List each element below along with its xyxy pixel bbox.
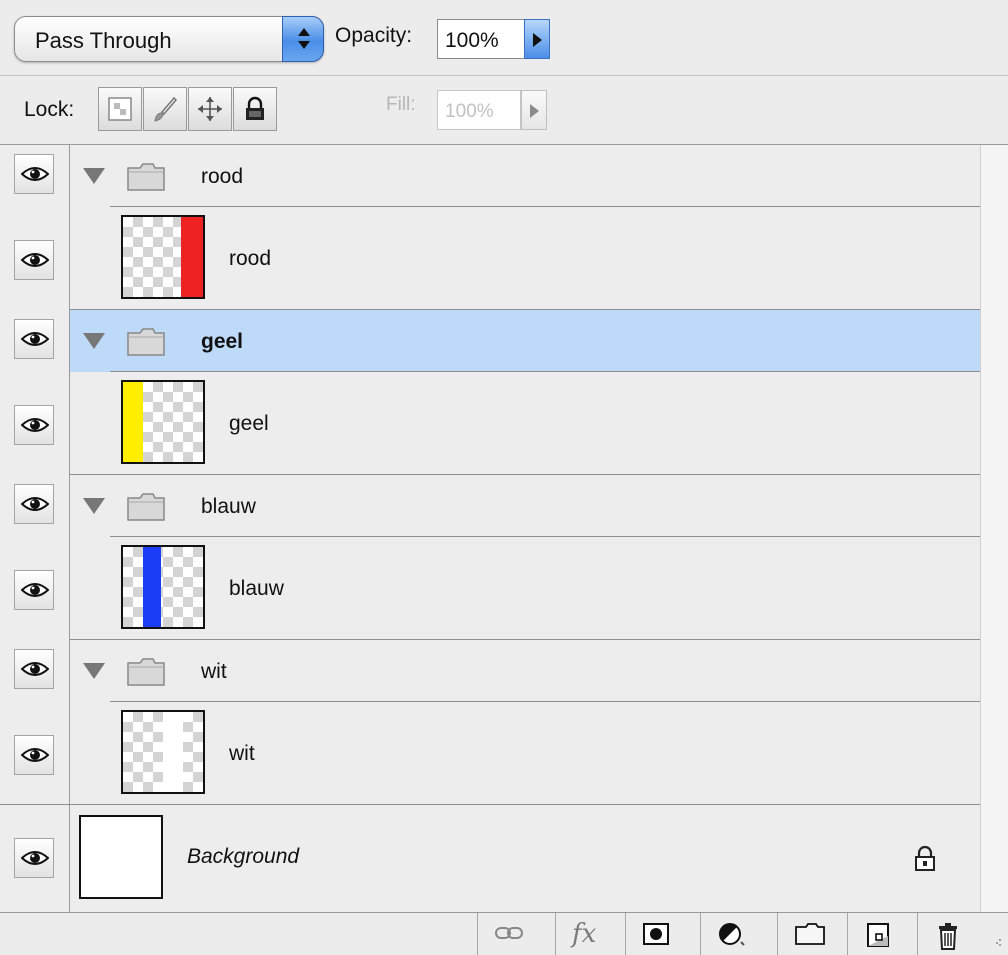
link-layers-icon bbox=[495, 927, 523, 939]
blend-opacity-toolbar: Pass Through Opacity: 100% bbox=[0, 0, 1008, 76]
eye-icon bbox=[21, 583, 49, 597]
opacity-label: Opacity: bbox=[335, 24, 413, 47]
folder-icon bbox=[127, 328, 165, 356]
folder-icon bbox=[127, 493, 165, 521]
eye-icon bbox=[21, 497, 49, 511]
padlock-icon bbox=[915, 845, 935, 871]
folder-icon bbox=[127, 658, 165, 686]
layer-thumbnail bbox=[121, 215, 205, 299]
move-arrows-icon bbox=[198, 97, 222, 121]
layers-list: rood rood geel geel blauw blauw wit wit … bbox=[0, 145, 980, 912]
lock-image-pixels-button[interactable] bbox=[143, 87, 187, 131]
lock-label: Lock: bbox=[24, 98, 75, 121]
disclosure-triangle-icon[interactable] bbox=[83, 333, 105, 349]
blend-mode-stepper-icon[interactable] bbox=[282, 16, 324, 62]
eye-icon bbox=[21, 332, 49, 346]
layer-name: geel bbox=[201, 330, 244, 353]
triangle-right-icon bbox=[530, 104, 539, 118]
fill-input[interactable]: 100% bbox=[437, 90, 521, 130]
eye-icon bbox=[21, 748, 49, 762]
new-adjustment-layer-button[interactable] bbox=[700, 913, 760, 955]
layer-thumbnail bbox=[121, 545, 205, 629]
disclosure-triangle-icon[interactable] bbox=[83, 663, 105, 679]
brush-icon bbox=[154, 96, 178, 122]
thumbnail-stripe bbox=[143, 547, 161, 627]
visibility-toggle[interactable] bbox=[14, 154, 54, 194]
layer-mask-icon bbox=[643, 923, 669, 945]
layer-name: geel bbox=[229, 412, 269, 435]
thumbnail-stripe bbox=[163, 712, 183, 792]
visibility-toggle[interactable] bbox=[14, 735, 54, 775]
background-layer-row[interactable]: Background bbox=[0, 805, 980, 909]
thumbnail-stripe bbox=[181, 217, 203, 297]
layer-group-row-selected[interactable]: geel bbox=[0, 310, 980, 372]
visibility-toggle[interactable] bbox=[14, 570, 54, 610]
blend-mode-value: Pass Through bbox=[35, 28, 172, 53]
layer-thumbnail bbox=[121, 710, 205, 794]
visibility-toggle[interactable] bbox=[14, 649, 54, 689]
thumbnail-stripe bbox=[123, 382, 143, 462]
add-layer-mask-button[interactable] bbox=[625, 913, 685, 955]
layer-row[interactable]: blauw bbox=[0, 537, 980, 641]
fill-label: Fill: bbox=[386, 94, 416, 115]
layer-name: rood bbox=[229, 247, 272, 270]
adjustment-layer-icon bbox=[719, 923, 745, 946]
layer-group-row[interactable]: wit bbox=[0, 640, 980, 702]
layer-style-fx-icon: fx bbox=[572, 919, 597, 949]
new-group-button[interactable] bbox=[777, 913, 837, 955]
opacity-slider-button[interactable] bbox=[524, 19, 550, 59]
layer-thumbnail bbox=[79, 815, 163, 899]
disclosure-triangle-icon[interactable] bbox=[83, 168, 105, 184]
layer-name: wit bbox=[229, 742, 255, 765]
layer-row[interactable]: geel bbox=[0, 372, 980, 476]
new-layer-button[interactable] bbox=[847, 913, 907, 955]
delete-layer-button[interactable] bbox=[917, 913, 977, 955]
layer-group-row[interactable]: blauw bbox=[0, 475, 980, 537]
eye-icon bbox=[21, 851, 49, 865]
new-group-icon bbox=[795, 923, 825, 945]
layer-name: wit bbox=[201, 660, 227, 683]
eye-icon bbox=[21, 418, 49, 432]
lock-transparent-pixels-button[interactable] bbox=[98, 87, 142, 131]
layer-row[interactable]: rood bbox=[0, 207, 980, 311]
visibility-toggle[interactable] bbox=[14, 319, 54, 359]
layer-style-button[interactable]: fx bbox=[555, 913, 615, 955]
trash-icon bbox=[939, 923, 957, 950]
blend-mode-select[interactable]: Pass Through bbox=[14, 16, 324, 62]
visibility-toggle[interactable] bbox=[14, 838, 54, 878]
eye-icon bbox=[21, 662, 49, 676]
padlock-icon bbox=[246, 96, 264, 120]
folder-icon bbox=[127, 163, 165, 191]
triangle-right-icon bbox=[533, 33, 542, 47]
visibility-toggle[interactable] bbox=[14, 240, 54, 280]
checkerboard-icon bbox=[108, 97, 132, 121]
layer-name: blauw bbox=[201, 495, 256, 518]
lock-position-button[interactable] bbox=[188, 87, 232, 131]
lock-all-button[interactable] bbox=[233, 87, 277, 131]
layer-thumbnail bbox=[121, 380, 205, 464]
layer-group-row[interactable]: rood bbox=[0, 145, 980, 207]
new-layer-icon bbox=[867, 923, 889, 947]
layer-name: Background bbox=[187, 845, 300, 868]
layer-name: blauw bbox=[229, 577, 284, 600]
opacity-input[interactable]: 100% bbox=[437, 19, 525, 59]
fill-slider-button[interactable] bbox=[521, 90, 547, 130]
visibility-toggle[interactable] bbox=[14, 405, 54, 445]
disclosure-triangle-icon[interactable] bbox=[83, 498, 105, 514]
layer-row[interactable]: wit bbox=[0, 702, 980, 806]
visibility-toggle[interactable] bbox=[14, 484, 54, 524]
layers-scrollbar[interactable] bbox=[980, 145, 1008, 912]
eye-icon bbox=[21, 253, 49, 267]
layers-bottom-bar: fx bbox=[0, 912, 1008, 955]
resize-grip-icon[interactable] bbox=[992, 937, 1002, 947]
layer-name: rood bbox=[201, 165, 244, 188]
eye-icon bbox=[21, 167, 49, 181]
link-layers-button[interactable] bbox=[477, 913, 537, 955]
